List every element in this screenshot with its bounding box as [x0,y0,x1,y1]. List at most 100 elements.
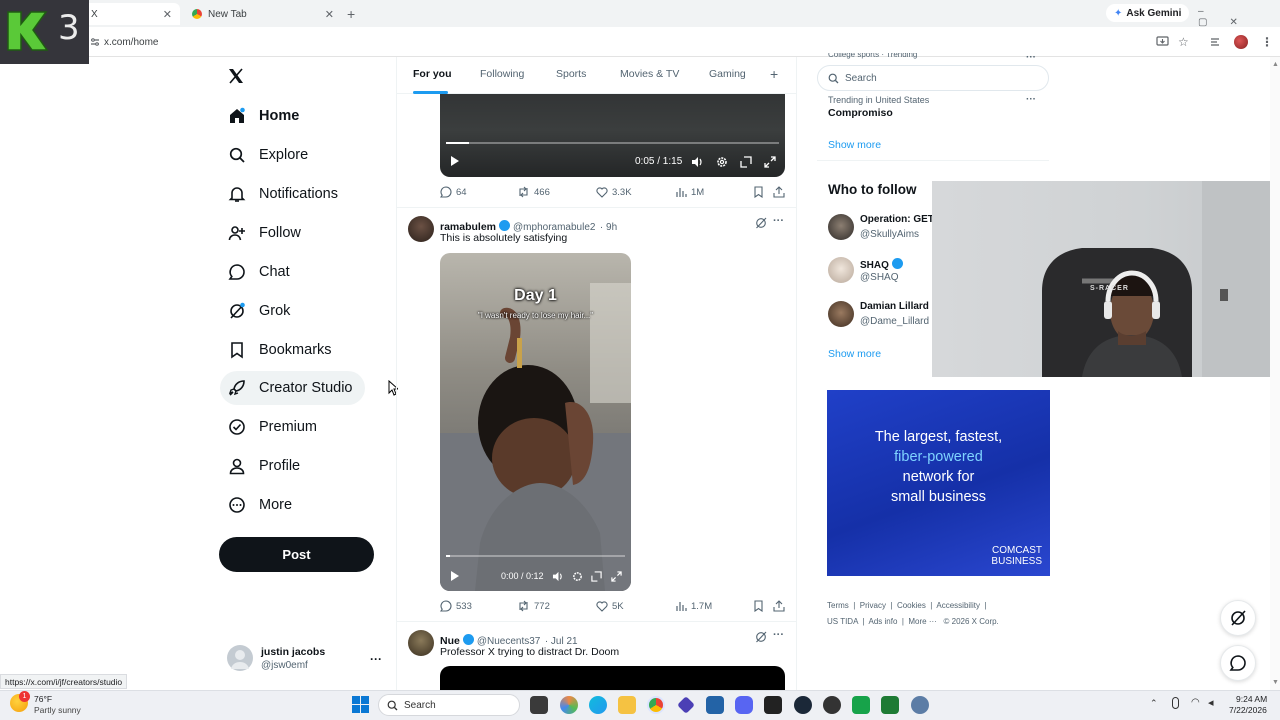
play-icon[interactable] [450,155,460,167]
new-tab-button[interactable]: + [347,6,355,22]
page-scrollbar[interactable]: ▲ ▼ [1270,57,1280,690]
grok-explain-icon[interactable] [755,631,767,643]
x-logo-icon[interactable] [227,67,245,85]
footer-link-ads-info[interactable]: Ads info [869,617,898,626]
add-tab-button[interactable]: + [770,66,778,82]
scroll-up-icon[interactable]: ▲ [1272,61,1279,68]
like-button[interactable]: 3.3K [596,186,632,198]
nav-notifications[interactable]: Notifications [220,177,338,211]
bookmark-star-icon[interactable]: ☆ [1178,35,1189,49]
post-time[interactable]: · 9h [600,222,617,233]
footer-link-tida[interactable]: US TIDA [827,617,858,626]
nav-premium[interactable]: Premium [220,410,317,444]
play-icon[interactable] [450,570,460,582]
nav-chat[interactable]: Chat [220,255,290,289]
nav-home[interactable]: Home [220,99,299,133]
share-icon[interactable] [773,600,785,612]
close-tab-icon[interactable]: ✕ [325,8,334,21]
follow-name[interactable]: Damian Lillard [860,301,929,312]
site-info-icon[interactable] [90,37,100,47]
post-button[interactable]: Post [219,537,374,572]
fullscreen-icon[interactable] [611,571,622,582]
window-controls[interactable]: –▢✕ [1198,6,1280,28]
account-avatar[interactable] [227,645,253,671]
tab-gaming[interactable]: Gaming [709,68,746,80]
nav-bookmarks[interactable]: Bookmarks [220,333,332,367]
repost-button[interactable]: 772 [517,600,550,612]
follow-avatar[interactable] [828,214,854,240]
grok-fab-button[interactable] [1220,600,1256,636]
like-button[interactable]: 5K [596,600,624,612]
scroll-down-icon[interactable]: ▼ [1272,679,1279,686]
follow-name[interactable]: Operation: GET [860,214,934,225]
fullscreen-icon[interactable] [764,156,776,168]
post-avatar[interactable] [408,216,434,242]
follow-avatar[interactable] [828,301,854,327]
video-player[interactable]: Day 1 "I wasn't ready to lose my hair...… [440,253,631,591]
copilot-icon[interactable] [560,696,578,714]
post-more-icon[interactable]: ··· [773,215,784,227]
bookmark-icon[interactable] [753,186,764,198]
nav-explore[interactable]: Explore [220,138,308,172]
footer-link-more[interactable]: More ··· [908,617,936,626]
pip-icon[interactable] [740,156,752,168]
browser-tab-new-tab[interactable]: New Tab ✕ [184,3,342,25]
chrome-icon[interactable] [647,696,665,714]
nav-creator-studio[interactable]: Creator Studio [220,371,365,405]
task-view-icon[interactable] [530,696,548,714]
tab-following[interactable]: Following [480,68,524,80]
ad-banner[interactable]: The largest, fastest, fiber-powered netw… [827,390,1050,576]
repost-button[interactable]: 466 [517,186,550,198]
account-more-icon[interactable]: ··· [370,652,382,666]
views-button[interactable]: 1.7M [675,600,712,612]
chat-fab-button[interactable] [1220,645,1256,681]
windows-start-icon[interactable] [352,696,369,713]
trend-more-icon[interactable]: ··· [1026,94,1036,105]
spreadsheet-icon[interactable] [852,696,870,714]
video-progress-track[interactable] [446,555,625,557]
speaker-icon[interactable]: ◂ [1208,696,1214,709]
reply-button[interactable]: 64 [440,186,467,198]
nav-profile[interactable]: Profile [220,449,300,483]
tab-for-you[interactable]: For you [413,68,452,80]
microphone-icon[interactable] [1172,697,1179,709]
browser-menu-icon[interactable]: ⋮ [1261,35,1273,49]
discord-icon[interactable] [735,696,753,714]
post-avatar[interactable] [408,630,434,656]
footer-link-terms[interactable]: Terms [827,601,849,610]
tab-movies-tv[interactable]: Movies & TV [620,68,679,80]
taskbar-search-box[interactable]: Search [378,694,520,716]
pip-icon[interactable] [591,571,602,582]
video-progress-track[interactable] [446,142,779,144]
obs-icon[interactable] [823,696,841,714]
show-more-trends-link[interactable]: Show more [828,139,881,151]
bookmark-icon[interactable] [753,600,764,612]
follow-avatar[interactable] [828,257,854,283]
tray-chevron-icon[interactable]: ⌃ [1150,698,1158,709]
close-tab-icon[interactable]: ✕ [163,8,172,21]
settings-gear-icon[interactable] [911,696,929,714]
weather-temperature[interactable]: 76°F [34,694,52,704]
volume-icon[interactable] [691,156,704,168]
settings-gear-icon[interactable] [572,571,583,582]
ask-gemini-button[interactable]: ✦ Ask Gemini [1106,4,1190,22]
profile-avatar[interactable] [1234,35,1248,49]
show-more-follow-link[interactable]: Show more [828,348,881,360]
tab-sports[interactable]: Sports [556,68,586,80]
install-app-icon[interactable] [1156,36,1169,48]
footer-link-privacy[interactable]: Privacy [860,601,886,610]
follow-name-row[interactable]: SHAQ [860,258,906,271]
reading-list-icon[interactable] [1210,36,1222,48]
grok-explain-icon[interactable] [755,217,767,229]
wifi-icon[interactable]: ◠ [1191,697,1200,708]
notepad-app-icon[interactable] [881,696,899,714]
nav-more[interactable]: More [220,488,292,522]
volume-icon[interactable] [552,571,564,582]
reply-button[interactable]: 533 [440,600,472,612]
views-button[interactable]: 1M [675,186,704,198]
url-text[interactable]: x.com/home [104,37,158,48]
settings-gear-icon[interactable] [716,156,728,168]
account-name[interactable]: justin jacobs [261,646,325,658]
app-store-icon[interactable] [706,696,724,714]
edge-icon[interactable] [589,696,607,714]
